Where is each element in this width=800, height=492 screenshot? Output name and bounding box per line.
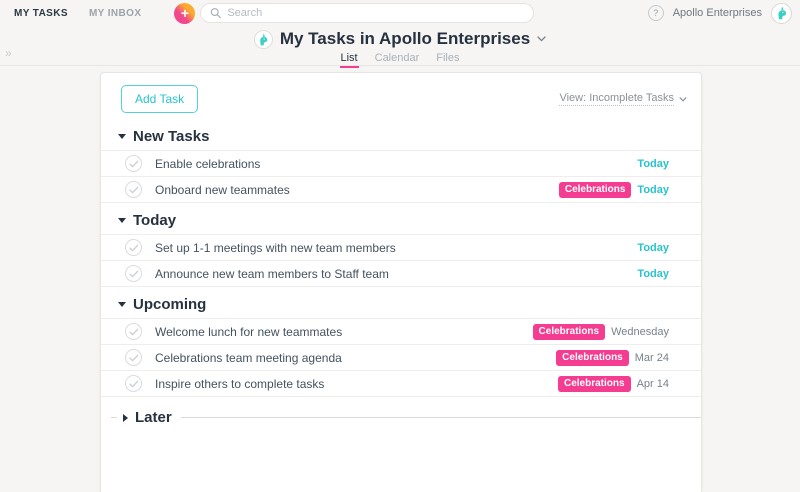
chevron-down-icon xyxy=(679,97,687,102)
search-input[interactable] xyxy=(227,7,524,19)
due-date: Today xyxy=(637,268,669,280)
view-tabs: List Calendar Files xyxy=(0,52,800,64)
section-task-list: Set up 1-1 meetings with new team member… xyxy=(101,234,701,287)
divider xyxy=(181,417,701,418)
view-filter-dropdown[interactable]: View: Incomplete Tasks xyxy=(559,92,687,106)
topbar-tab-my-tasks[interactable]: MY TASKS xyxy=(14,8,68,19)
chevron-down-icon xyxy=(537,36,546,42)
task-name[interactable]: Onboard new teammates xyxy=(155,183,290,197)
task-checkbox[interactable] xyxy=(125,265,142,282)
top-bar: MY TASKS MY INBOX + ? Apollo Enterprises xyxy=(0,0,800,26)
section-header-later[interactable]: Later xyxy=(101,397,701,426)
section-label: Later xyxy=(135,409,172,426)
search-icon xyxy=(210,7,221,19)
section-header-new-tasks[interactable]: New Tasks xyxy=(101,119,701,150)
due-date: Today xyxy=(637,158,669,170)
project-tag[interactable]: Celebrations xyxy=(559,182,632,198)
task-row[interactable]: Set up 1-1 meetings with new team member… xyxy=(101,234,701,260)
unicorn-avatar-icon xyxy=(257,33,270,46)
due-date: Wednesday xyxy=(611,326,669,338)
task-name[interactable]: Celebrations team meeting agenda xyxy=(155,351,342,365)
caret-down-icon xyxy=(118,218,126,223)
quick-add-button[interactable]: + xyxy=(174,3,195,24)
workspace-avatar xyxy=(254,30,273,49)
check-icon xyxy=(129,328,139,336)
section-task-list: Welcome lunch for new teammates Celebrat… xyxy=(101,318,701,397)
caret-right-icon xyxy=(123,414,128,422)
task-name[interactable]: Welcome lunch for new teammates xyxy=(155,325,342,339)
due-date: Apr 14 xyxy=(637,378,669,390)
view-filter-label: View: Incomplete Tasks xyxy=(559,92,674,106)
task-row[interactable]: Welcome lunch for new teammates Celebrat… xyxy=(101,318,701,344)
task-name[interactable]: Inspire others to complete tasks xyxy=(155,377,324,391)
caret-down-icon xyxy=(118,302,126,307)
list-toolbar: Add Task View: Incomplete Tasks xyxy=(101,73,701,119)
task-name[interactable]: Set up 1-1 meetings with new team member… xyxy=(155,241,396,255)
section-task-list: Enable celebrations Today Onboard new te… xyxy=(101,150,701,203)
check-icon xyxy=(129,244,139,252)
check-icon xyxy=(129,270,139,278)
project-title-menu[interactable]: My Tasks in Apollo Enterprises xyxy=(0,26,800,49)
due-date: Mar 24 xyxy=(635,352,669,364)
task-row[interactable]: Inspire others to complete tasks Celebra… xyxy=(101,370,701,396)
divider xyxy=(111,417,117,418)
workspace-name[interactable]: Apollo Enterprises xyxy=(673,7,762,19)
user-avatar[interactable] xyxy=(771,3,792,24)
task-checkbox[interactable] xyxy=(125,155,142,172)
section-header-upcoming[interactable]: Upcoming xyxy=(101,287,701,318)
section-label: Today xyxy=(133,212,176,229)
add-task-button[interactable]: Add Task xyxy=(121,85,198,113)
task-checkbox[interactable] xyxy=(125,375,142,392)
project-tag[interactable]: Celebrations xyxy=(533,324,606,340)
task-checkbox[interactable] xyxy=(125,181,142,198)
task-list-card: Add Task View: Incomplete Tasks New Task… xyxy=(100,72,702,492)
due-date: Today xyxy=(637,242,669,254)
tab-calendar[interactable]: Calendar xyxy=(375,52,420,64)
task-row[interactable]: Celebrations team meeting agenda Celebra… xyxy=(101,344,701,370)
topbar-tab-my-inbox[interactable]: MY INBOX xyxy=(89,8,141,19)
page-title: My Tasks in Apollo Enterprises xyxy=(280,29,530,49)
task-name[interactable]: Enable celebrations xyxy=(155,157,260,171)
task-checkbox[interactable] xyxy=(125,239,142,256)
unicorn-avatar-icon xyxy=(775,6,789,20)
due-date: Today xyxy=(637,184,669,196)
task-checkbox[interactable] xyxy=(125,323,142,340)
check-icon xyxy=(129,186,139,194)
task-row[interactable]: Onboard new teammates Celebrations Today xyxy=(101,176,701,202)
task-name[interactable]: Announce new team members to Staff team xyxy=(155,267,389,281)
sidebar-expand-icon[interactable]: » xyxy=(5,46,12,60)
search-bar[interactable] xyxy=(200,3,534,23)
caret-down-icon xyxy=(118,134,126,139)
task-row[interactable]: Enable celebrations Today xyxy=(101,150,701,176)
page-header: » My Tasks in Apollo Enterprises List Ca… xyxy=(0,26,800,66)
help-button[interactable]: ? xyxy=(648,5,664,21)
task-row[interactable]: Announce new team members to Staff team … xyxy=(101,260,701,286)
tab-list[interactable]: List xyxy=(341,52,358,64)
check-icon xyxy=(129,380,139,388)
check-icon xyxy=(129,160,139,168)
section-header-today[interactable]: Today xyxy=(101,203,701,234)
tab-files[interactable]: Files xyxy=(436,52,459,64)
project-tag[interactable]: Celebrations xyxy=(558,376,631,392)
section-label: Upcoming xyxy=(133,296,206,313)
check-icon xyxy=(129,354,139,362)
section-label: New Tasks xyxy=(133,128,209,145)
project-tag[interactable]: Celebrations xyxy=(556,350,629,366)
task-checkbox[interactable] xyxy=(125,349,142,366)
